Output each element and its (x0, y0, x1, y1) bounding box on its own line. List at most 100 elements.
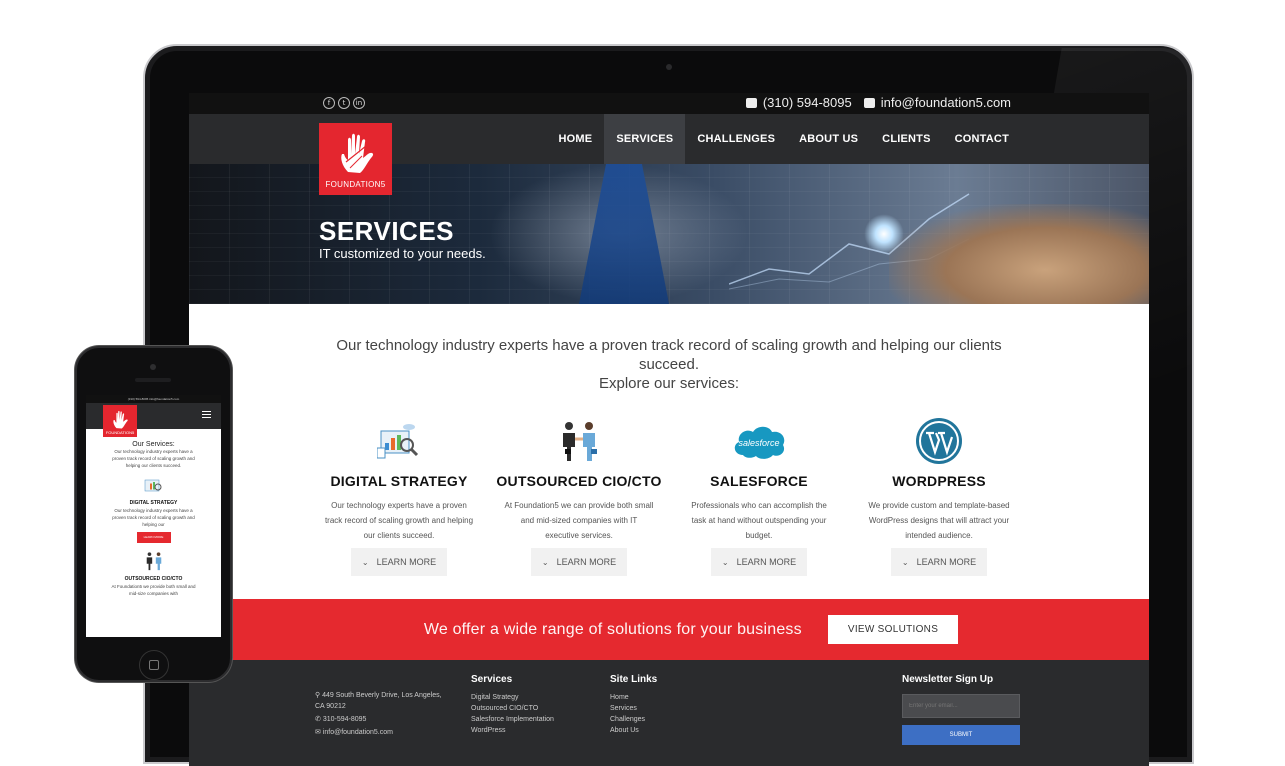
footer-phone-text[interactable]: 310-594-8095 (323, 716, 367, 723)
service-card-salesforce: salesforce SALESFORCE Professionals who … (673, 415, 845, 576)
newsletter-title: Newsletter Sign Up (902, 674, 994, 685)
top-phone[interactable]: (310) 594-8095 (763, 95, 852, 110)
service-card-outsourced-cio: OUTSOURCED CIO/CTO At Foundation5 we can… (493, 415, 665, 576)
cta-banner: We offer a wide range of solutions for y… (233, 599, 1149, 660)
phone-intro: Our technology industry experts have a p… (112, 449, 195, 468)
nav-home[interactable]: HOME (547, 114, 605, 164)
facebook-icon[interactable]: f (323, 97, 335, 109)
nav-services[interactable]: SERVICES (604, 114, 686, 164)
service-card-digital-strategy: DIGITAL STRATEGY Our technology experts … (313, 415, 485, 576)
service-desc: Professionals who can accomplish the tas… (691, 501, 827, 540)
footer-site-link[interactable]: About Us (610, 725, 657, 736)
nav-contact[interactable]: CONTACT (943, 114, 1021, 164)
newsletter-submit-button[interactable]: SUBMIT (902, 725, 1020, 745)
intro-line-1: Our technology industry experts have a p… (336, 337, 1002, 373)
phone-home-button[interactable] (139, 650, 169, 680)
linkedin-icon[interactable]: in (353, 97, 365, 109)
phone-screen: (310) 594-8095 info@foundation5.com FOUN… (86, 395, 221, 637)
service-title: OUTSOURCED CIO/CTO (496, 473, 662, 489)
phone-top-bar: (310) 594-8095 info@foundation5.com (86, 395, 221, 403)
phone-service-title: DIGITAL STRATEGY (129, 500, 178, 506)
footer-newsletter: Newsletter Sign Up SUBMIT (902, 674, 1020, 745)
footer-service-link[interactable]: Salesforce Implementation (471, 714, 554, 725)
chevron-down-icon: ⌄ (541, 557, 549, 567)
services-grid: DIGITAL STRATEGY Our technology experts … (189, 415, 1149, 576)
phone-body: Our Services: Our technology industry ex… (86, 441, 221, 597)
salesforce-icon: salesforce (729, 415, 789, 467)
learn-more-button[interactable]: ⌄ LEARN MORE (351, 548, 447, 576)
site-logo[interactable]: FOUNDATION5 (319, 123, 392, 195)
footer-contact: ⚲ 449 South Beverly Drive, Los Angeles, … (315, 690, 445, 740)
service-desc: We provide custom and template-based Wor… (868, 501, 1010, 540)
footer-email: ✉ info@foundation5.com (315, 727, 445, 738)
service-title: WORDPRESS (892, 473, 986, 489)
phone-learn-more-button[interactable]: LEARN MORE (136, 532, 171, 543)
footer-service-link[interactable]: Outsourced CIO/CTO (471, 703, 554, 714)
service-title: SALESFORCE (710, 473, 808, 489)
footer-services-title: Services (471, 674, 513, 685)
phone-frame: (310) 594-8095 info@foundation5.com FOUN… (75, 346, 232, 682)
nav-menu: HOME SERVICES CHALLENGES ABOUT US CLIENT… (547, 114, 1022, 164)
footer-site-link[interactable]: Home (610, 692, 657, 703)
logo-text: FOUNDATION5 (325, 180, 386, 189)
service-desc: At Foundation5 we can provide both small… (504, 501, 654, 540)
footer-services: Services Digital Strategy Outsourced CIO… (471, 674, 554, 736)
nav-about-us[interactable]: ABOUT US (787, 114, 870, 164)
top-email[interactable]: info@foundation5.com (881, 95, 1011, 110)
monitor-frame: f t in (310) 594-8095 info@foundation5.c… (143, 44, 1194, 766)
learn-more-button[interactable]: ⌄ LEARN MORE (891, 548, 987, 576)
hand-logo-icon (340, 133, 373, 173)
top-bar: f t in (310) 594-8095 info@foundation5.c… (189, 93, 1149, 114)
footer-address: ⚲ 449 South Beverly Drive, Los Angeles, … (315, 690, 445, 712)
hero-subtitle: IT customized to your needs. (319, 246, 486, 261)
service-desc: Our technology experts have a proven tra… (324, 501, 474, 540)
phone-heading: Our Services: (132, 441, 175, 448)
footer-email-text[interactable]: info@foundation5.com (323, 729, 393, 736)
footer-phone: ✆ 310-594-8095 (315, 714, 445, 725)
intro-text: Our technology industry experts have a p… (189, 336, 1149, 393)
nav-challenges[interactable]: CHALLENGES (685, 114, 787, 164)
learn-more-label: LEARN MORE (916, 557, 977, 567)
handshake-icon (549, 415, 609, 467)
salesforce-logo-text: salesforce (738, 438, 779, 448)
wordpress-icon (909, 415, 969, 467)
footer-service-link[interactable]: WordPress (471, 725, 554, 736)
phone-icon (745, 97, 757, 108)
nav-clients[interactable]: CLIENTS (870, 114, 942, 164)
phone-icon: ✆ (315, 716, 323, 723)
phone-logo[interactable]: FOUNDATION5 (103, 405, 137, 437)
analytics-icon (144, 479, 161, 492)
hero-hand (889, 204, 1149, 304)
phone-camera (150, 364, 156, 370)
service-title: DIGITAL STRATEGY (330, 473, 468, 489)
learn-more-label: LEARN MORE (376, 557, 437, 567)
service-card-wordpress: WORDPRESS We provide custom and template… (853, 415, 1025, 576)
footer-address-text: 449 South Beverly Drive, Los Angeles, CA… (315, 692, 442, 710)
phone-speaker (135, 378, 171, 382)
analytics-icon (369, 415, 429, 467)
learn-more-label: LEARN MORE (736, 557, 797, 567)
footer-site-links: Site Links Home Services Challenges Abou… (610, 674, 657, 736)
footer-site-link[interactable]: Services (610, 703, 657, 714)
view-solutions-button[interactable]: VIEW SOLUTIONS (827, 615, 959, 644)
learn-more-label: LEARN MORE (556, 557, 617, 567)
learn-more-button[interactable]: ⌄ LEARN MORE (531, 548, 627, 576)
banner-text: We offer a wide range of solutions for y… (423, 620, 802, 638)
learn-more-button[interactable]: ⌄ LEARN MORE (711, 548, 807, 576)
hamburger-menu-icon[interactable] (202, 411, 211, 418)
handshake-icon (146, 552, 161, 571)
mail-icon (863, 97, 875, 108)
mail-icon: ✉ (315, 729, 323, 736)
phone-service-desc: At Foundation5 we provide both small and… (111, 584, 196, 596)
monitor-camera (666, 64, 672, 70)
footer-site-link[interactable]: Challenges (610, 714, 657, 725)
footer-service-link[interactable]: Digital Strategy (471, 692, 554, 703)
chevron-down-icon: ⌄ (361, 557, 369, 567)
twitter-icon[interactable]: t (338, 97, 350, 109)
home-square-icon (149, 660, 159, 670)
phone-service-title: OUTSOURCED CIO/CTO (124, 576, 183, 582)
phone-nav: FOUNDATION5 (86, 403, 221, 437)
hero-title: SERVICES (319, 216, 455, 246)
phone-service-desc: Our technology industry experts have a p… (112, 508, 195, 527)
newsletter-email-input[interactable] (902, 694, 1020, 718)
